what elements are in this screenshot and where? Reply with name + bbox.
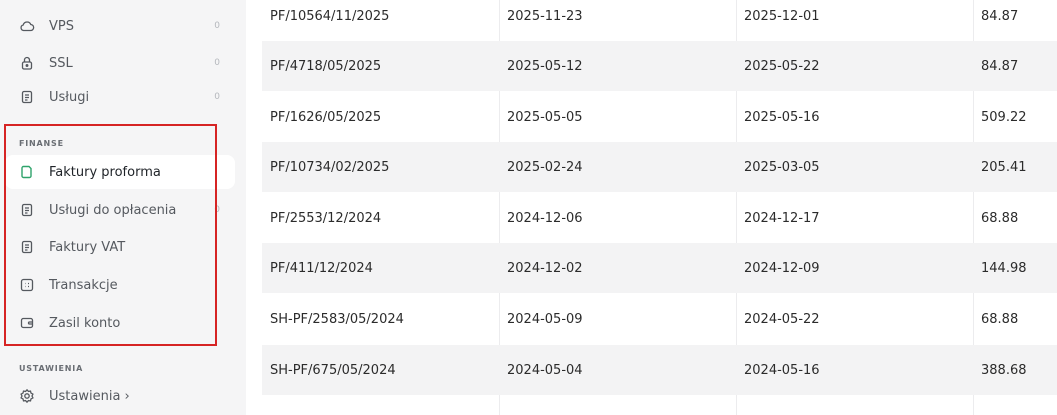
invoice-number: PF/1626/05/2025 [270,109,382,125]
section-label-ustawienia: USTAWIENIA [19,364,84,373]
sidebar-item-ssl[interactable]: SSL 0 [5,46,235,80]
sidebar-item-label: VPS [49,18,74,34]
table-row[interactable]: PF/1626/05/2025 2025-05-05 2025-05-16 50… [262,92,1057,142]
due-date: 2025-05-16 [744,109,820,125]
issue-date: 2025-05-05 [507,109,583,125]
amount: 84.87 [981,8,1019,24]
sidebar-item-label: Usługi [49,89,90,105]
gear-icon [19,388,35,404]
invoice-number: PF/411/12/2024 [270,260,373,276]
sidebar-item-vps[interactable]: VPS 0 [5,9,235,43]
table-row[interactable]: PF/2553/12/2024 2024-12-06 2024-12-17 68… [262,193,1057,243]
document-icon [19,89,35,105]
issue-date: 2024-05-04 [507,362,583,378]
issue-date: 2025-02-24 [507,159,583,175]
highlight-box [4,124,217,346]
due-date: 2025-12-01 [744,8,820,24]
due-date: 2025-05-22 [744,58,820,74]
amount: 144.98 [981,260,1027,276]
issue-date: 2024-05-09 [507,311,583,327]
due-date: 2024-12-09 [744,260,820,276]
item-count: 0 [214,58,220,68]
table-row[interactable]: PF/10734/02/2025 2025-02-24 2025-03-05 2… [262,142,1057,192]
issue-date: 2025-05-12 [507,58,583,74]
invoice-number: PF/4718/05/2025 [270,58,382,74]
table-row[interactable]: PF/411/12/2024 2024-12-02 2024-12-09 144… [262,243,1057,293]
table-row[interactable]: SH-PF/2583/05/2024 2024-05-09 2024-05-22… [262,294,1057,344]
sidebar-item-uslugi[interactable]: Usługi 0 [5,80,235,114]
invoice-number: SH-PF/2583/05/2024 [270,311,404,327]
amount: 68.88 [981,311,1019,327]
table-row[interactable]: PF/4718/05/2025 2025-05-12 2025-05-22 84… [262,41,1057,91]
cloud-icon [19,18,35,34]
invoice-number: PF/2553/12/2024 [270,210,382,226]
amount: 509.22 [981,109,1027,125]
table-row[interactable]: SH-PF/675/05/2024 2024-05-04 2024-05-16 … [262,345,1057,395]
due-date: 2024-05-16 [744,362,820,378]
item-count: 0 [214,21,220,31]
invoice-number: PF/10734/02/2025 [270,159,390,175]
issue-date: 2025-11-23 [507,8,583,24]
table-row[interactable]: PF/10564/11/2025 2025-11-23 2025-12-01 8… [262,0,1057,41]
amount: 68.88 [981,210,1019,226]
issue-date: 2024-12-02 [507,260,583,276]
invoice-table: PF/10564/11/2025 2025-11-23 2025-12-01 8… [262,0,1057,415]
due-date: 2024-05-22 [744,311,820,327]
invoice-number: PF/10564/11/2025 [270,8,390,24]
sidebar-item-label: SSL [49,55,73,71]
sidebar-item-label: Ustawienia › [49,388,130,404]
sidebar-item-ustawienia[interactable]: Ustawienia › [5,379,235,413]
amount: 205.41 [981,159,1027,175]
sidebar: VPS 0 SSL 0 Usługi 0 FINANSE Faktury pro… [0,0,246,415]
issue-date: 2024-12-06 [507,210,583,226]
due-date: 2025-03-05 [744,159,820,175]
amount: 388.68 [981,362,1027,378]
invoice-number: SH-PF/675/05/2024 [270,362,396,378]
item-count: 0 [214,92,220,102]
due-date: 2024-12-17 [744,210,820,226]
lock-icon [19,55,35,71]
amount: 84.87 [981,58,1019,74]
